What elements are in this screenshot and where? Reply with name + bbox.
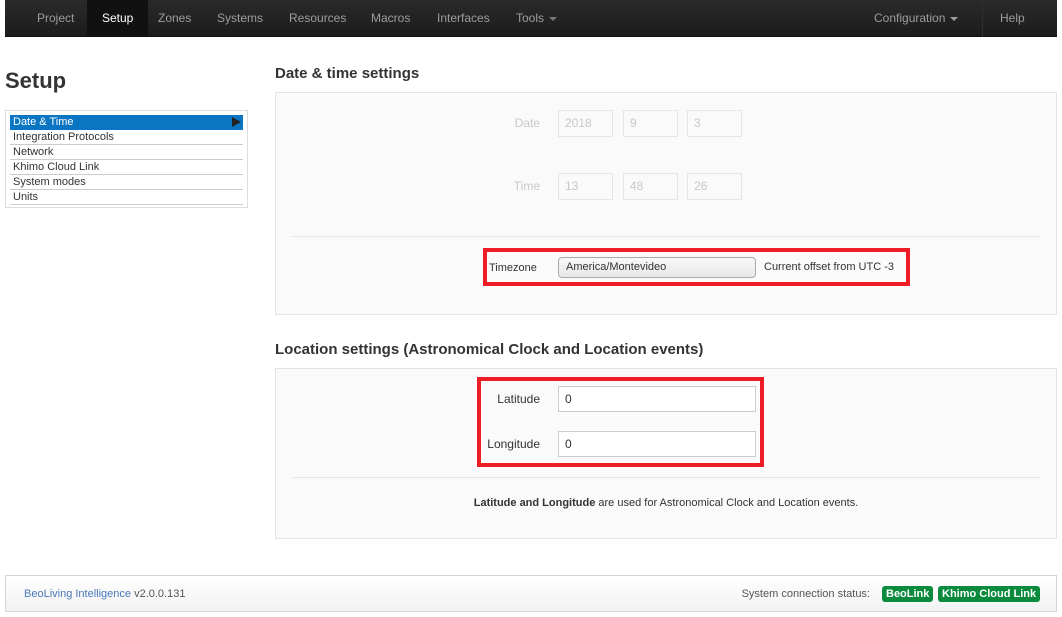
menu-item-system-modes[interactable]: System modes <box>10 175 243 190</box>
connection-status-label: System connection status: <box>741 588 870 600</box>
nav-interfaces[interactable]: Interfaces <box>422 0 505 37</box>
nav-tools-label: Tools <box>516 11 545 25</box>
menu-item-label: Units <box>13 191 39 203</box>
menu-item-khimo-cloud-link[interactable]: Khimo Cloud Link <box>10 160 243 175</box>
nav-help[interactable]: Help <box>985 0 1040 37</box>
nav-configuration[interactable]: Configuration <box>859 0 973 37</box>
latitude-input[interactable]: 0 <box>558 386 756 412</box>
longitude-input[interactable]: 0 <box>558 431 756 457</box>
nav-tools[interactable]: Tools <box>501 0 572 37</box>
date-year-input[interactable]: 2018 <box>558 110 613 137</box>
nav-setup-label: Setup <box>102 11 134 25</box>
nav-configuration-label: Configuration <box>874 11 946 25</box>
timezone-select[interactable]: America/Montevideo <box>558 257 756 278</box>
menu-item-label: Khimo Cloud Link <box>13 161 100 173</box>
nav-macros[interactable]: Macros <box>356 0 425 37</box>
nav-macros-label: Macros <box>371 11 411 25</box>
menu-item-label: Network <box>13 146 54 158</box>
menu-item-label: Integration Protocols <box>13 131 114 143</box>
date-month-input[interactable]: 9 <box>623 110 678 137</box>
time-minute-input[interactable]: 48 <box>623 173 678 200</box>
latitude-label: Latitude <box>497 392 540 406</box>
nav-systems-label: Systems <box>217 11 264 25</box>
help-text-bold: Latitude and Longitude <box>473 497 596 509</box>
date-day-input[interactable]: 3 <box>687 110 742 137</box>
menu-item-label: Date & Time <box>13 116 74 128</box>
page-title: Setup <box>5 68 67 93</box>
time-hour-input[interactable]: 13 <box>558 173 613 200</box>
divider <box>292 477 1040 478</box>
menu-item-date-time[interactable]: Date & Time <box>10 115 243 130</box>
menu-item-units[interactable]: Units <box>10 190 243 205</box>
chevron-down-icon <box>950 16 959 21</box>
nav-project[interactable]: Project <box>22 0 89 37</box>
menu-item-integration-protocols[interactable]: Integration Protocols <box>10 130 243 145</box>
nav-resources[interactable]: Resources <box>274 0 361 37</box>
triangle-right-icon <box>232 117 241 127</box>
setup-menu: Date & Time Integration Protocols Networ… <box>5 110 248 208</box>
chevron-down-icon <box>549 16 558 21</box>
status-badge-beolink: BeoLink <box>882 586 934 602</box>
nav-project-label: Project <box>37 11 75 25</box>
nav-zones-label: Zones <box>158 11 192 25</box>
nav-resources-label: Resources <box>289 11 347 25</box>
nav-interfaces-label: Interfaces <box>437 11 490 25</box>
location-section-title: Location settings (Astronomical Clock an… <box>275 341 704 358</box>
version-number: v2.0.0.131 <box>131 588 186 600</box>
longitude-label: Longitude <box>487 437 540 451</box>
time-label: Time <box>513 179 540 193</box>
status-badge-khimo-cloud-link: Khimo Cloud Link <box>938 586 1041 602</box>
time-second-input[interactable]: 26 <box>687 173 742 200</box>
help-text-rest: are used for Astronomical Clock and Loca… <box>595 497 859 509</box>
divider <box>292 236 1040 237</box>
brand-link[interactable]: BeoLiving Intelligence <box>24 588 131 600</box>
menu-item-label: System modes <box>13 176 86 188</box>
nav-systems[interactable]: Systems <box>202 0 278 37</box>
nav-setup[interactable]: Setup <box>87 0 149 37</box>
footer-version-info: BeoLiving Intelligence v2.0.0.131 <box>24 588 185 600</box>
datetime-section-title: Date & time settings <box>275 65 420 82</box>
timezone-label: Timezone <box>489 262 537 274</box>
nav-zones[interactable]: Zones <box>143 0 206 37</box>
nav-help-label: Help <box>1000 11 1025 25</box>
top-navbar: Project Setup Zones Systems Resources Ma… <box>5 0 1057 37</box>
menu-item-network[interactable]: Network <box>10 145 243 160</box>
footer: BeoLiving Intelligence v2.0.0.131 System… <box>5 575 1057 612</box>
nav-divider <box>982 0 983 37</box>
location-help-text: Latitude and Longitude are used for Astr… <box>275 497 1057 509</box>
date-label: Date <box>514 116 540 130</box>
utc-offset-text: Current offset from UTC -3 <box>764 261 894 273</box>
